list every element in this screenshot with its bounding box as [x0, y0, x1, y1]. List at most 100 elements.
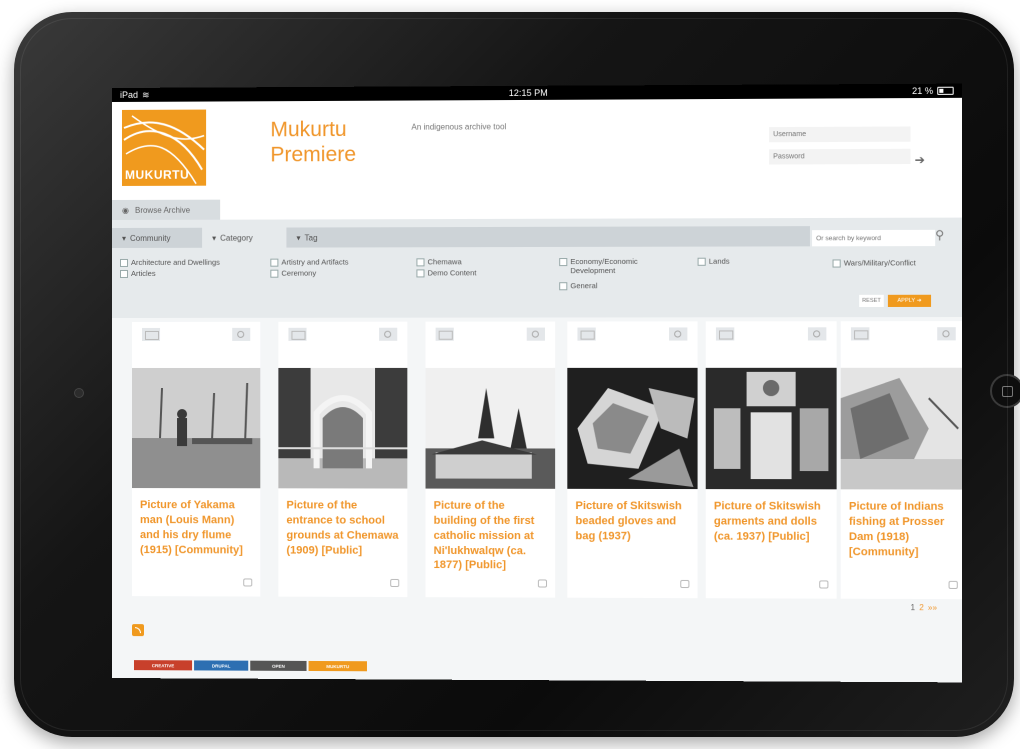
login-arrow-icon[interactable]: ➔	[915, 153, 925, 167]
checkbox[interactable]	[270, 258, 279, 267]
license-badge[interactable]: CREATIVE	[133, 660, 193, 671]
site-name[interactable]: Mukurtu Premiere	[270, 117, 381, 168]
facet-label: General	[570, 281, 598, 291]
facet-option[interactable]: Articles	[119, 268, 156, 278]
image-type-icon	[577, 327, 596, 341]
photo-thumbnail[interactable]	[840, 367, 962, 490]
logo-text: MUKURTU	[124, 167, 190, 182]
checkbox[interactable]	[119, 269, 128, 278]
device-label: iPad	[119, 89, 139, 100]
facet-label: Economy/Economic Development	[570, 256, 638, 276]
zoom-icon[interactable]	[807, 327, 827, 341]
zoom-icon[interactable]	[232, 327, 251, 341]
comment-icon	[243, 578, 253, 587]
card-title[interactable]: Picture of Yakama man (Louis Mann) and h…	[140, 498, 252, 558]
image-type-icon	[715, 327, 735, 341]
facet-label: Chemawa	[427, 257, 462, 267]
chevron-down-icon: ▾	[212, 233, 217, 243]
username-field[interactable]	[769, 126, 911, 143]
rss-feed-icon[interactable]	[131, 624, 144, 637]
photo-thumbnail[interactable]	[131, 367, 261, 489]
facet-option[interactable]: Ceremony	[270, 269, 316, 278]
checkbox[interactable]	[416, 258, 425, 267]
page-last-link[interactable]: »»	[928, 603, 937, 612]
result-card[interactable]: Picture of the entrance to school ground…	[278, 321, 408, 598]
tab-category[interactable]: ▾ Category	[202, 227, 287, 248]
comment-icon	[680, 579, 690, 589]
facet-label: Articles	[130, 268, 156, 278]
photo-thumbnail[interactable]	[278, 367, 408, 489]
comment-icon	[948, 580, 958, 589]
facet-option[interactable]: Chemawa	[416, 257, 462, 267]
photo-thumbnail[interactable]	[705, 367, 837, 490]
result-card[interactable]: Picture of Indians fishing at Prosser Da…	[840, 321, 962, 600]
stage: iPad ≋ 12:15 PM 21 % MUKURTU Mukurtu Pre…	[0, 0, 1020, 749]
tab-tag[interactable]: ▾ Tag	[286, 227, 387, 247]
facet-option[interactable]: Wars/Military/Conflict	[832, 258, 916, 268]
card-title[interactable]: Picture of the entrance to school ground…	[286, 498, 399, 558]
comment-icon	[537, 579, 548, 588]
browse-tab-label: Browse Archive	[134, 205, 191, 215]
image-type-icon	[435, 327, 454, 341]
zoom-icon[interactable]	[379, 327, 398, 341]
zoom-icon[interactable]	[937, 327, 956, 341]
zoom-icon[interactable]	[526, 327, 545, 341]
site-header: MUKURTU Mukurtu Premiere An indigenous a…	[112, 97, 962, 212]
search-icon[interactable]: ⚲	[935, 228, 944, 242]
checkbox[interactable]	[559, 282, 568, 291]
open-badge[interactable]: OPEN	[250, 660, 307, 671]
facet-option[interactable]: Architecture and Dwellings	[119, 257, 220, 267]
page-next-link[interactable]: 2	[919, 603, 924, 612]
facet-label: Ceremony	[281, 268, 317, 278]
photo-thumbnail[interactable]	[567, 367, 698, 490]
login-form: ➔	[769, 126, 925, 171]
facet-label: Wars/Military/Conflict	[843, 258, 916, 268]
checkbox[interactable]	[416, 269, 425, 278]
arrow-right-icon: ➔	[916, 297, 922, 304]
facet-option[interactable]: Artistry and Artifacts	[270, 257, 349, 267]
card-title[interactable]: Picture of Skitswish beaded gloves and b…	[575, 499, 689, 544]
keyword-search-input[interactable]	[812, 229, 936, 247]
checkbox[interactable]	[119, 258, 128, 267]
result-card[interactable]: Picture of Yakama man (Louis Mann) and h…	[131, 321, 261, 597]
card-title[interactable]: Picture of the building of the first cat…	[434, 499, 547, 574]
tab-browse-archive[interactable]: ◉ Browse Archive	[112, 199, 221, 220]
facet-option[interactable]: General	[559, 281, 598, 291]
photo-thumbnail[interactable]	[425, 367, 556, 489]
result-card[interactable]: Picture of Skitswish garments and dolls …	[705, 321, 837, 599]
facet-options: Architecture and Dwellings Articles Arti…	[119, 256, 952, 314]
facet-option[interactable]: Economy/Economic Development	[559, 257, 661, 275]
apply-button[interactable]: APPLY ➔	[887, 294, 932, 307]
checkbox[interactable]	[697, 257, 706, 266]
reset-button[interactable]: RESET	[859, 294, 884, 308]
mukurtu-badge[interactable]: MUKURTU	[308, 660, 367, 672]
result-card[interactable]: Picture of the building of the first cat…	[425, 321, 556, 598]
facet-label: Artistry and Artifacts	[281, 257, 349, 267]
tab-community[interactable]: ▾ Community	[112, 228, 202, 248]
facet-label: Architecture and Dwellings	[130, 257, 220, 267]
front-camera	[74, 388, 84, 398]
tab-category-label: Category	[220, 233, 253, 243]
page-current: 1	[910, 603, 916, 613]
home-square-icon	[1001, 385, 1013, 397]
clock: 12:15 PM	[508, 87, 548, 99]
password-field[interactable]	[769, 148, 911, 165]
wifi-icon: ≋	[142, 89, 150, 100]
card-title[interactable]: Picture of Skitswish garments and dolls …	[714, 499, 829, 544]
battery-percent: 21 %	[912, 85, 934, 97]
image-type-icon	[850, 327, 870, 341]
chevron-down-icon: ▾	[121, 233, 127, 243]
checkbox[interactable]	[832, 259, 841, 268]
mukurtu-logo[interactable]: MUKURTU	[121, 109, 207, 186]
checkbox[interactable]	[270, 269, 279, 278]
checkbox[interactable]	[559, 258, 568, 267]
eye-icon: ◉	[121, 205, 129, 215]
facet-option[interactable]: Lands	[697, 257, 730, 266]
facet-tabs: ▾ Community ▾ Category ▾ Tag	[112, 226, 810, 248]
drupal-badge[interactable]: DRUPAL	[194, 660, 249, 671]
card-title[interactable]: Picture of Indians fishing at Prosser Da…	[849, 499, 958, 559]
home-button[interactable]	[990, 374, 1020, 408]
facet-option[interactable]: Demo Content	[416, 268, 476, 278]
result-card[interactable]: Picture of Skitswish beaded gloves and b…	[567, 321, 698, 599]
zoom-icon[interactable]	[669, 327, 688, 341]
